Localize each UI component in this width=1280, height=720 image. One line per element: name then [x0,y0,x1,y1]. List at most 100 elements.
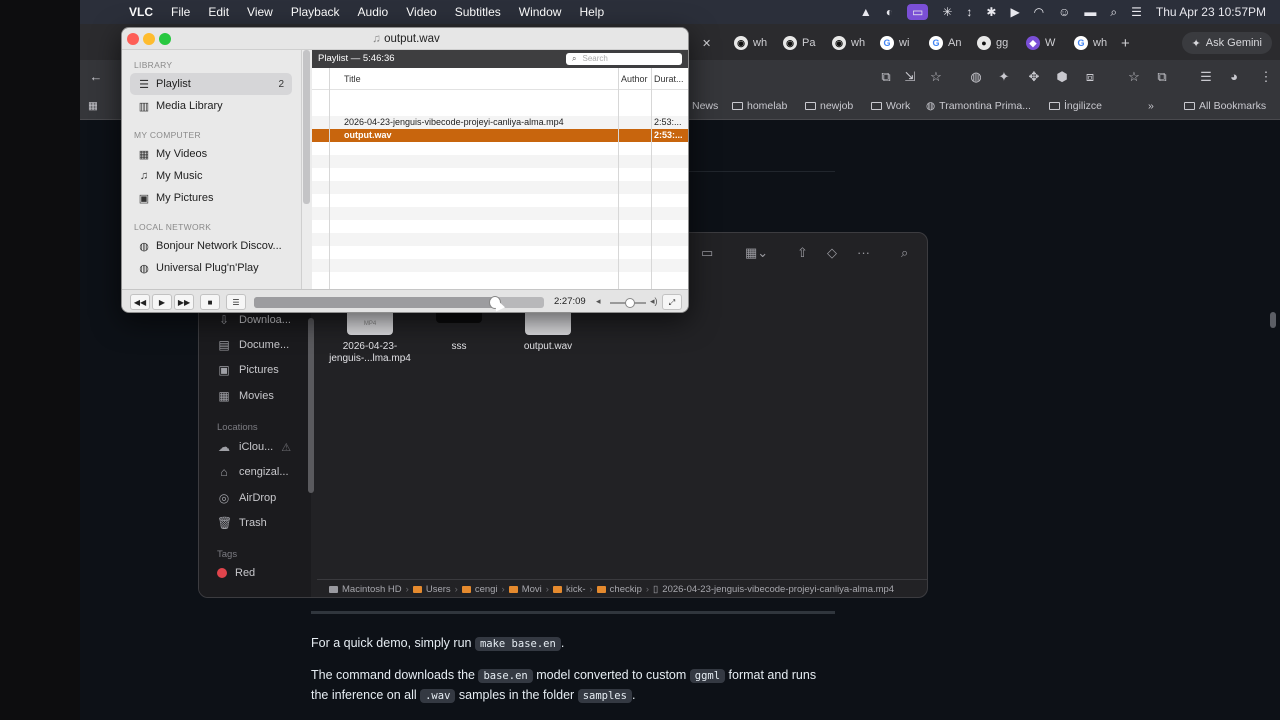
ask-gemini-button[interactable]: ✦ Ask Gemini [1181,32,1272,54]
sidebar-item-movies[interactable]: ▦ Movies [217,389,274,403]
menu-edit[interactable]: Edit [199,5,238,19]
sidebar-item-upnp[interactable]: ◍ Universal Plug'n'Play [130,257,292,279]
profile-avatar-icon[interactable]: ◕ [1226,69,1242,85]
control-center-icon[interactable]: ☰ [1131,5,1142,19]
browser-tab[interactable]: G An [929,30,961,56]
extension-icon[interactable]: ⬢ [1054,69,1070,85]
sun-icon[interactable]: ✳ [942,5,952,19]
rewind-icon[interactable]: ◀◀ [130,294,150,310]
extension-icon[interactable]: ✦ [996,69,1012,85]
share-icon[interactable]: ⇧ [797,245,808,261]
extensions-puzzle-icon[interactable]: ⧈ [1082,69,1098,85]
path-segment[interactable]: Users [426,584,451,595]
close-window-button[interactable] [127,33,139,45]
group-view-icon[interactable]: ▭ [701,245,713,261]
bookmarks-overflow-icon[interactable]: » [1148,100,1154,112]
menu-video[interactable]: Video [397,5,445,19]
screen-mirror-icon[interactable]: ▭ [906,4,929,20]
page-scrollbar[interactable] [1270,312,1276,328]
browser-tab[interactable]: ◉ Pa [783,30,815,56]
menu-view[interactable]: View [238,5,282,19]
bookmark-homelab[interactable]: homelab [732,100,787,112]
path-segment[interactable]: kick- [566,584,586,595]
translate-icon[interactable]: ⧉ [878,69,894,85]
vlc-sidebar-scrollbar[interactable] [303,50,310,204]
browser-tab[interactable]: ◆ W [1026,30,1055,56]
bluetooth-icon[interactable]: ✱ [986,5,996,19]
fast-forward-icon[interactable]: ▶▶ [174,294,194,310]
stop-icon[interactable]: ■ [200,294,220,310]
battery-icon[interactable]: ▬ [1084,5,1096,19]
browser-tab[interactable]: ◉ wh [734,30,767,56]
arrows-icon[interactable]: ↕ [966,5,972,19]
playlist-search-input[interactable]: ⌕ Search [566,53,682,65]
file-item-wav[interactable]: output.wav [503,313,593,353]
path-segment[interactable]: cengi [475,584,498,595]
play-icon[interactable]: ▶ [152,294,172,310]
table-row[interactable]: 2026-04-23-jenguis-vibecode-projeyi-canl… [312,116,688,129]
file-item-mp4[interactable]: MP4 2026-04-23- jenguis-...lma.mp4 [325,313,415,365]
sidebar-item-playlist[interactable]: ☰ Playlist 2 [130,73,292,95]
browser-tab[interactable]: ● gg [977,30,1008,56]
menu-audio[interactable]: Audio [349,5,398,19]
wifi-icon[interactable]: ◠ [1034,5,1044,19]
tab-search-icon[interactable]: ⧉ [1154,69,1170,85]
sidebar-item-airdrop[interactable]: ◎ AirDrop [217,491,277,505]
menu-help[interactable]: Help [570,5,613,19]
tab-close-icon[interactable]: ✕ [702,30,711,56]
user-icon[interactable]: ☺ [1058,5,1070,19]
volume-high-icon[interactable]: ◂) [650,296,658,307]
menu-playback[interactable]: Playback [282,5,349,19]
column-author[interactable]: Author [621,74,648,84]
path-segment[interactable]: checkip [610,584,642,595]
menu-app-vlc[interactable]: VLC [120,5,162,19]
menu-file[interactable]: File [162,5,199,19]
playlist-toggle-icon[interactable]: ☰ [226,294,246,310]
volume-slider[interactable] [610,298,646,308]
sidebar-item-trash[interactable]: 🗑 Trash [217,516,267,530]
menu-subtitles[interactable]: Subtitles [446,5,510,19]
bookmark-news[interactable]: News [692,100,718,112]
sidebar-item-icloud[interactable]: ☁ iClou... ⚠ [217,440,291,454]
clock-datetime[interactable]: Thu Apr 23 10:57PM [1156,5,1266,19]
bookmark-newjob[interactable]: newjob [805,100,853,112]
sidebar-item-my-pictures[interactable]: ▣ My Pictures [130,187,292,209]
new-tab-button[interactable]: + [1121,30,1130,56]
volume-handle[interactable] [624,298,635,308]
vlc-cone-icon[interactable]: ▲ [860,5,872,19]
bookmarks-star-icon[interactable]: ☆ [1126,69,1142,85]
sidebar-item-documents[interactable]: ▤ Docume... [217,338,289,352]
extension-icon[interactable]: ◍ [968,69,984,85]
sidebar-scrollbar[interactable] [308,318,314,493]
table-row[interactable]: output.wav 2:53:... [312,129,688,142]
play-circle-icon[interactable]: ▶ [1010,5,1019,19]
group-by-icon[interactable]: ▦⌄ [745,245,768,261]
sidebar-item-bonjour[interactable]: ◍ Bonjour Network Discov... [130,235,292,257]
browser-tab[interactable]: ◉ wh [832,30,865,56]
sidebar-item-home[interactable]: ⌂ cengizal... [217,465,288,479]
all-bookmarks-button[interactable]: All Bookmarks [1184,100,1266,112]
install-app-icon[interactable]: ⇲ [902,69,918,85]
sidebar-item-tag-red[interactable]: Red [217,567,255,579]
apps-grid-icon[interactable]: ▦ [88,100,98,112]
browser-tab[interactable]: Gwh [1074,30,1107,56]
sync-icon[interactable]: ◐ [886,5,893,19]
sidebar-item-my-music[interactable]: ♫ My Music [130,165,292,187]
volume-low-icon[interactable]: ◂ [596,296,601,307]
media-icon[interactable]: ☰ [1198,69,1214,85]
minimize-window-button[interactable] [143,33,155,45]
back-arrow-icon[interactable]: ← [88,69,104,85]
more-vert-icon[interactable]: ⋮ [1258,69,1274,85]
path-segment[interactable]: Macintosh HD [342,584,402,595]
column-title[interactable]: Title [344,74,361,84]
extension-icon[interactable]: ✥ [1026,69,1042,85]
bookmark-star-icon[interactable]: ☆ [928,69,944,85]
sidebar-item-media-library[interactable]: ▥ Media Library [130,95,292,117]
sidebar-item-pictures[interactable]: ▣ Pictures [217,363,278,377]
bookmark-tramontina[interactable]: ◍ Tramontina Prima... [926,100,1031,112]
folder-item-sss[interactable]: sss [414,313,504,353]
spotlight-search-icon[interactable]: ⌕ [1110,5,1117,20]
fullscreen-icon[interactable]: ⤢ [662,294,682,310]
tag-icon[interactable]: ◇ [827,245,837,261]
zoom-window-button[interactable] [159,33,171,45]
